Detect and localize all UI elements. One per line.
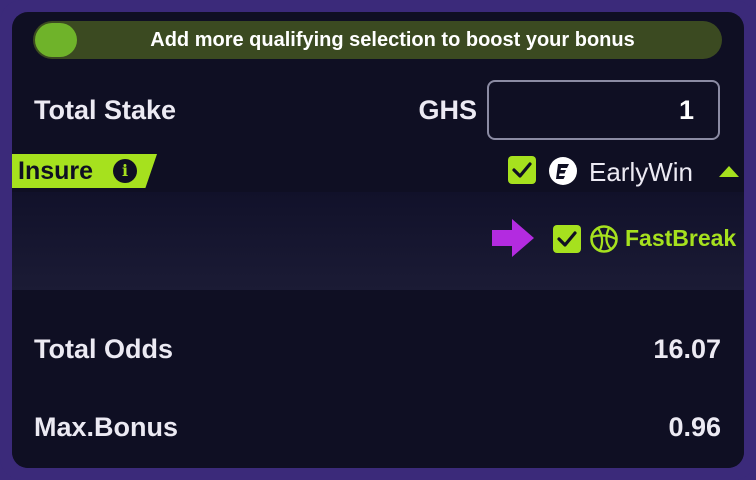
- chevron-up-icon[interactable]: [719, 165, 739, 177]
- max-bonus-value: 0.96: [668, 412, 721, 442]
- checkmark-icon: [557, 231, 577, 247]
- basketball-icon: [590, 225, 618, 253]
- stake-input[interactable]: [487, 80, 720, 140]
- total-odds-label: Total Odds: [34, 334, 173, 364]
- fastbreak-label: FastBreak: [625, 225, 737, 251]
- earlywin-label: EarlyWin: [589, 157, 694, 187]
- arrow-right-icon: [492, 219, 534, 257]
- currency-label: GHS: [418, 95, 477, 125]
- insure-label: Insure: [18, 157, 94, 185]
- bonus-progress-banner: Add more qualifying selection to boost y…: [33, 21, 722, 59]
- info-icon[interactable]: i: [113, 159, 137, 183]
- insure-tag[interactable]: Insure i: [12, 154, 157, 188]
- earlywin-icon: [549, 157, 577, 185]
- fastbreak-checkbox[interactable]: [553, 225, 581, 253]
- bonus-banner-text: Add more qualifying selection to boost y…: [150, 29, 635, 51]
- betslip-panel: Add more qualifying selection to boost y…: [12, 12, 744, 468]
- checkmark-icon: [512, 162, 532, 178]
- max-bonus-label: Max.Bonus: [34, 412, 179, 442]
- total-stake-label: Total Stake: [34, 95, 177, 125]
- total-odds-value: 16.07: [653, 334, 721, 364]
- earlywin-checkbox[interactable]: [508, 156, 536, 184]
